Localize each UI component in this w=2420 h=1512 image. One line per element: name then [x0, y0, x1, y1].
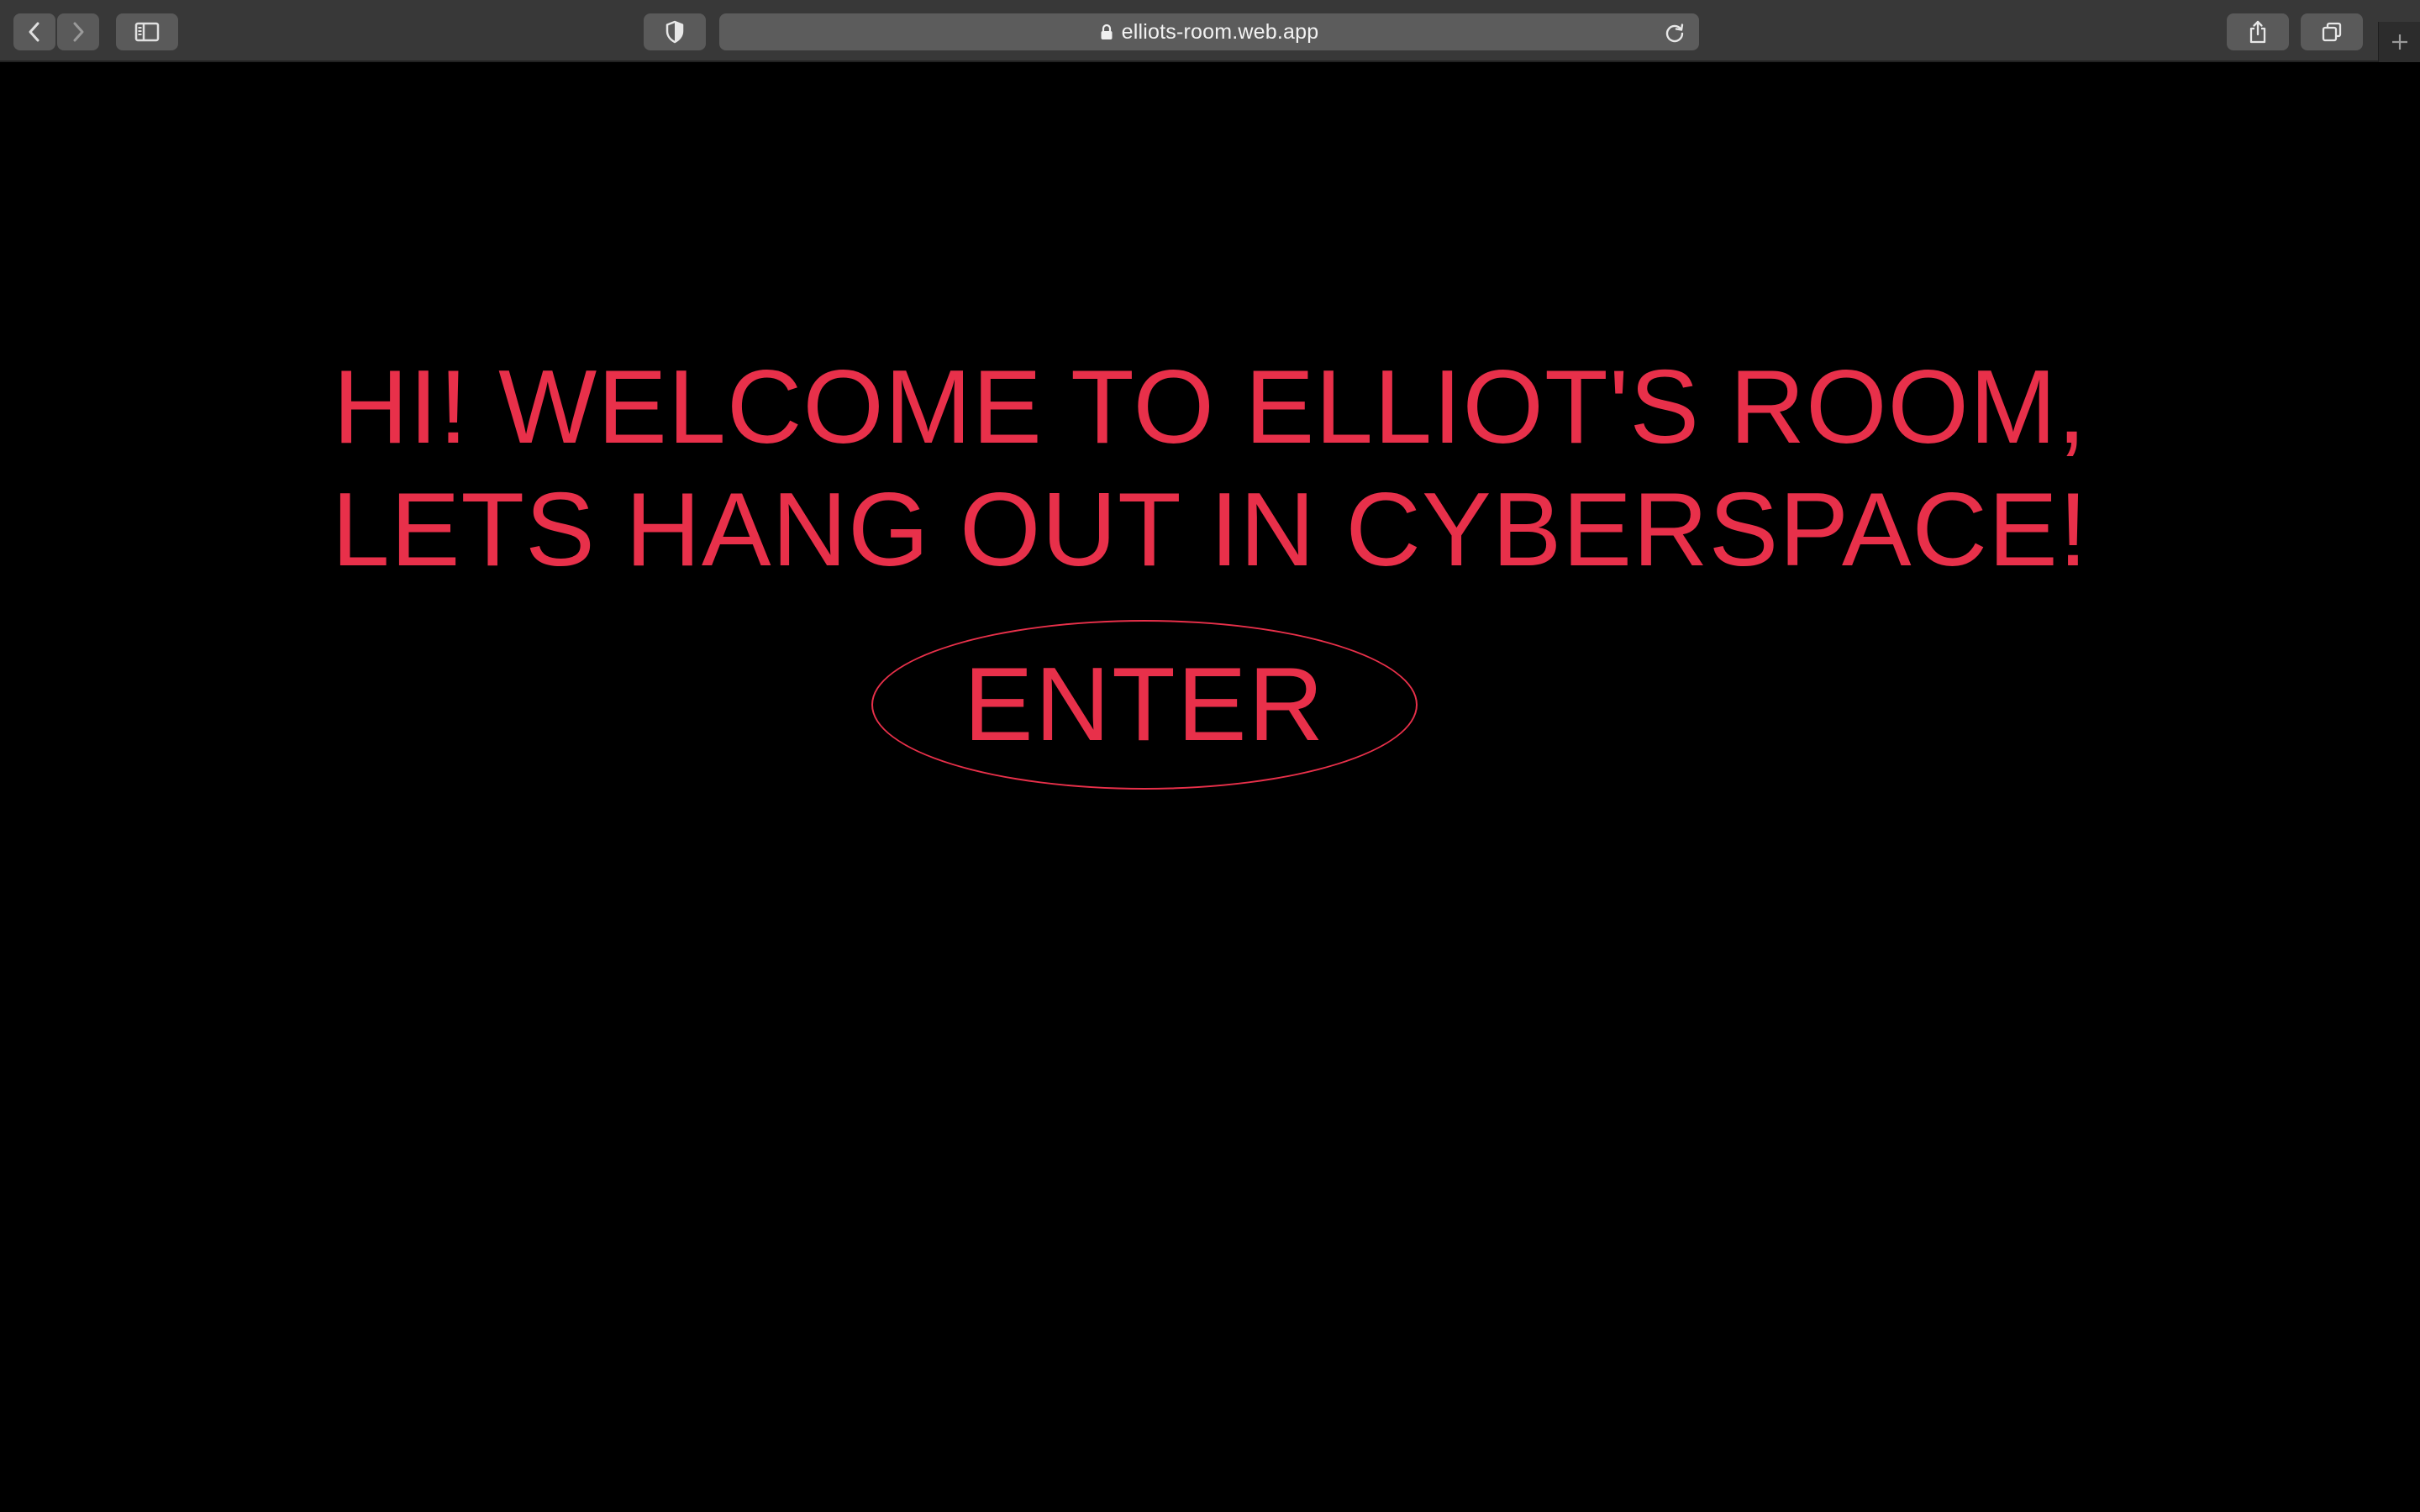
new-tab-button[interactable] — [2378, 22, 2420, 62]
shield-icon — [666, 20, 684, 44]
address-text: elliots-room.web.app — [1121, 19, 1319, 44]
enter-label: ENTER — [963, 647, 1326, 763]
sidebar-button[interactable] — [116, 13, 178, 50]
headline-line-1: HI! WELCOME TO ELLIOT'S ROOM, — [333, 349, 2087, 465]
enter-button[interactable]: ENTER — [871, 620, 1418, 790]
back-button[interactable] — [13, 13, 55, 50]
browser-toolbar: elliots-room.web.app — [0, 0, 2420, 62]
reload-icon[interactable] — [1664, 22, 1686, 48]
welcome-headline: HI! WELCOME TO ELLIOT'S ROOM, LETS HANG … — [0, 346, 2420, 591]
headline-line-2: LETS HANG OUT IN CYBERSPACE! — [331, 472, 2089, 588]
chevron-left-icon — [29, 22, 39, 42]
tabs-overview-icon — [2322, 22, 2342, 42]
address-bar[interactable]: elliots-room.web.app — [719, 13, 1699, 50]
plus-icon — [2392, 34, 2407, 50]
tabs-overview-button[interactable] — [2301, 13, 2363, 50]
chevron-right-icon — [73, 22, 84, 42]
forward-button[interactable] — [57, 13, 99, 50]
share-button[interactable] — [2227, 13, 2289, 50]
privacy-report-button[interactable] — [644, 13, 706, 50]
lock-icon — [1100, 24, 1113, 40]
sidebar-icon — [134, 22, 160, 42]
share-icon — [2249, 20, 2266, 44]
